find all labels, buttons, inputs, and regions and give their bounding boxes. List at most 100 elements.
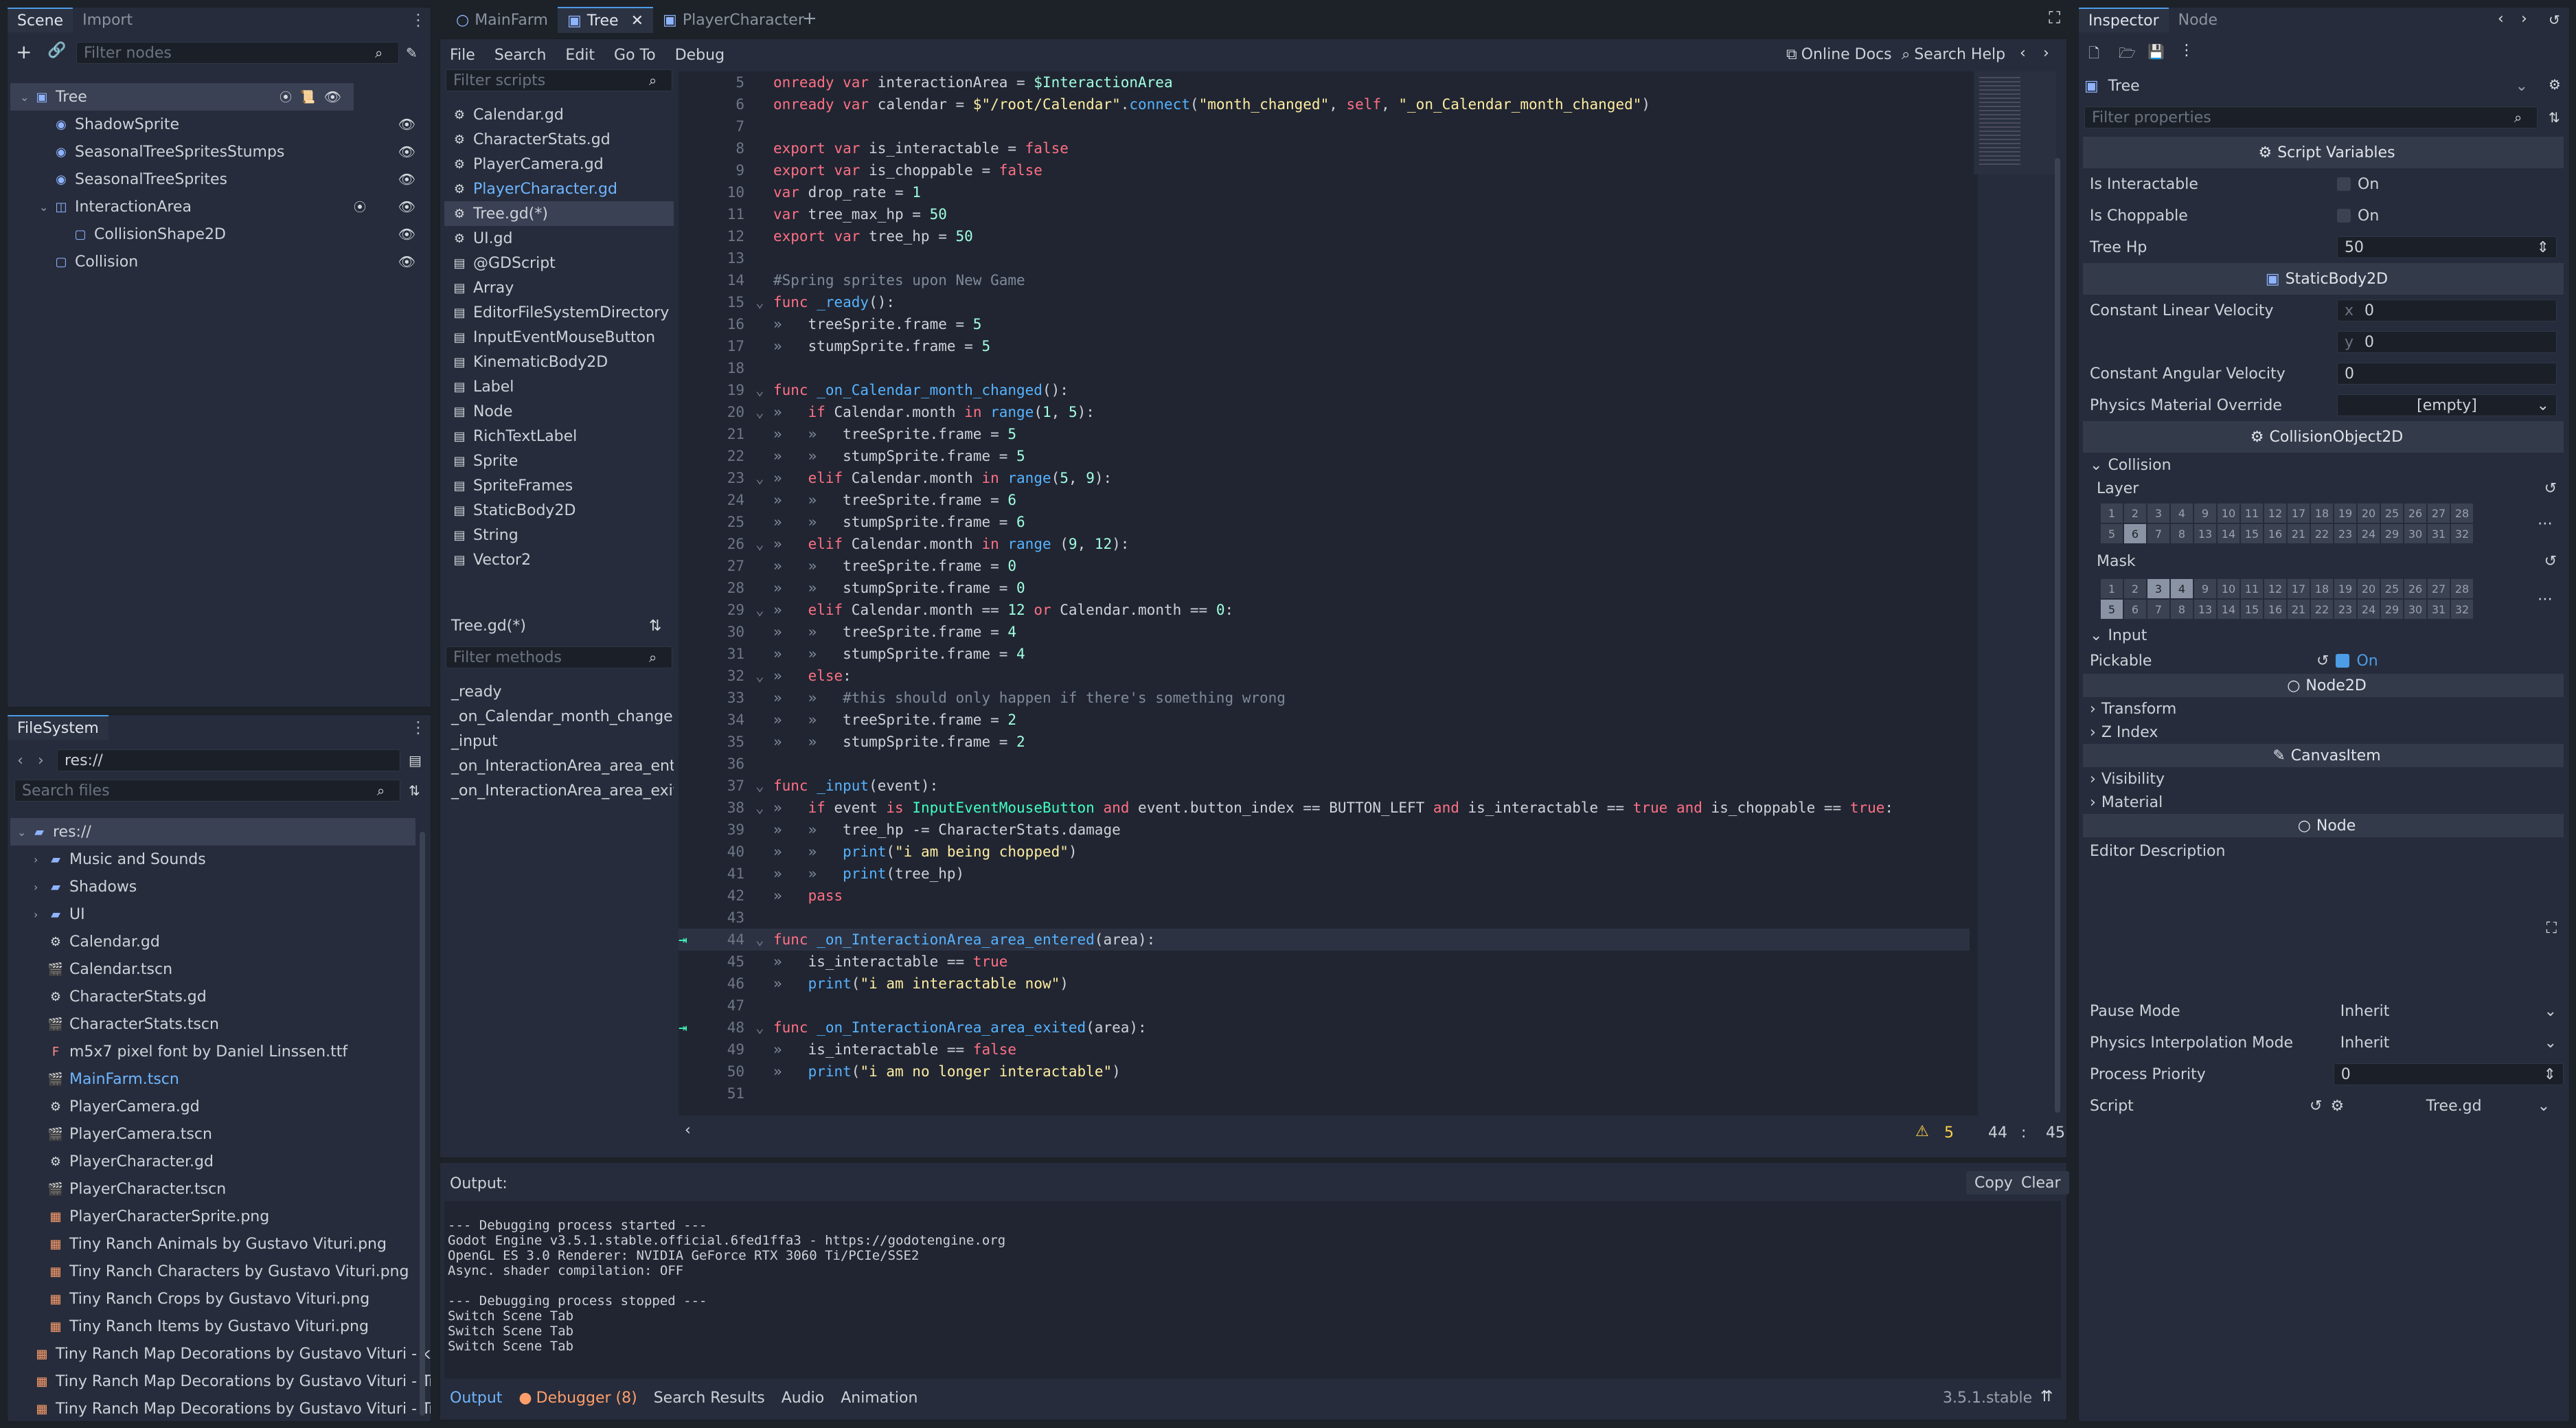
fold-chevron-icon[interactable]: ⌄ (755, 533, 769, 555)
folder-item[interactable]: › ▰ Music and Sounds (10, 846, 415, 873)
section-node2d[interactable]: ○ Node2D (2083, 674, 2564, 697)
pin-icon[interactable]: ⇈ (2040, 1388, 2053, 1405)
file-item[interactable]: ▦ Tiny Ranch Characters by Gustavo Vituri… (10, 1258, 415, 1285)
fold-chevron-icon[interactable]: ⌄ (755, 1017, 769, 1039)
layer-bit[interactable]: 19 (2334, 579, 2356, 598)
layer-bit[interactable]: 1 (2101, 579, 2123, 598)
bottom-tab[interactable]: Animation (841, 1390, 917, 1407)
debugger-tab[interactable]: ● Debugger (8) (518, 1390, 637, 1407)
fold-chevron-icon[interactable]: ⌄ (755, 665, 769, 687)
linear-velocity-x[interactable]: x0 (2337, 299, 2557, 321)
fold-chevron-icon[interactable]: ⌄ (755, 379, 769, 401)
layer-bit[interactable]: 20 (2358, 503, 2380, 523)
menu-file[interactable]: File (450, 47, 475, 64)
file-item[interactable]: 🎬 Calendar.tscn (10, 955, 415, 983)
revert-icon[interactable]: ↺ (2544, 480, 2557, 497)
next-script-icon[interactable]: › (2043, 45, 2049, 62)
file-item[interactable]: ▦ Tiny Ranch Map Decorations by Gustavo V… (10, 1395, 431, 1421)
scene-node[interactable]: ▢ CollisionShape2D 👁 (10, 220, 428, 248)
file-item[interactable]: Fm5x7 pixel font by Daniel Linssen.ttf (10, 1038, 415, 1065)
fold-chevron-icon[interactable]: ⌄ (755, 929, 769, 951)
folder-item[interactable]: › ▰ Shadows (10, 873, 415, 900)
dock-menu-icon[interactable]: ⋮ (410, 10, 426, 30)
layer-bit[interactable]: 2 (2124, 579, 2146, 598)
layer-bit[interactable]: 18 (2311, 503, 2333, 523)
bottom-tab[interactable]: Search Results (654, 1390, 765, 1407)
layer-bit[interactable]: 24 (2358, 600, 2380, 619)
file-item[interactable]: 🎬 PlayerCamera.tscn (10, 1120, 415, 1148)
menu-search[interactable]: Search (494, 47, 547, 64)
chevron-down-icon[interactable]: ⌄ (20, 91, 31, 104)
more-icon[interactable]: ⋯ (2538, 515, 2553, 532)
layer-bit[interactable]: 27 (2428, 503, 2450, 523)
open-folder-icon[interactable]: 🗁 (2119, 43, 2136, 67)
add-scene-tab-icon[interactable]: + (802, 8, 817, 29)
group-visibility[interactable]: › Visibility (2083, 767, 2564, 791)
tab-scene[interactable]: Scene (8, 8, 73, 32)
layer-bit[interactable]: 8 (2171, 600, 2193, 619)
editor-description-area[interactable]: ⛶ (2083, 865, 2564, 995)
chevron-right-icon[interactable]: › (34, 908, 45, 921)
expand-icon[interactable]: ⛶ (2546, 920, 2557, 937)
layer-bit[interactable]: 16 (2264, 524, 2286, 543)
script-list-item[interactable]: ⚙ PlayerCharacter.gd (444, 177, 674, 201)
layer-bit[interactable]: 7 (2147, 524, 2169, 543)
angular-velocity-field[interactable]: 0 (2337, 363, 2557, 385)
split-view-icon[interactable]: ▤ (409, 752, 422, 769)
file-item[interactable]: 🎬 CharacterStats.tscn (10, 1010, 415, 1038)
more-icon[interactable]: ⋯ (2538, 591, 2553, 608)
physics-material-picker[interactable]: [empty] ⌄ (2337, 394, 2557, 416)
method-item[interactable]: _input (444, 729, 674, 753)
layer-bit[interactable]: 32 (2451, 600, 2473, 619)
fold-chevron-icon[interactable]: ⌄ (755, 401, 769, 423)
file-item[interactable]: ▦ PlayerCharacterSprite.png (10, 1203, 415, 1230)
layer-bit[interactable]: 19 (2334, 503, 2356, 523)
group-input[interactable]: ⌄ Input (2083, 623, 2564, 648)
sort-icon[interactable]: ⇅ (649, 617, 661, 635)
search-files-input[interactable] (14, 780, 400, 802)
script-list-item[interactable]: ▤ RichTextLabel (444, 424, 674, 449)
layer-bit[interactable]: 3 (2147, 579, 2169, 598)
file-item[interactable]: ⚙ Calendar.gd (10, 928, 415, 955)
file-item[interactable]: ⚙ PlayerCamera.gd (10, 1093, 415, 1120)
layer-bit[interactable]: 17 (2288, 503, 2310, 523)
script-list-item[interactable]: ⚙ CharacterStats.gd (444, 127, 674, 152)
is-choppable-checkbox[interactable] (2337, 209, 2351, 223)
layer-bit[interactable]: 16 (2264, 600, 2286, 619)
layer-bit[interactable]: 32 (2451, 524, 2473, 543)
code-editor[interactable]: 5 onready var interactionArea = $Interac… (679, 71, 1978, 1115)
is-interactable-checkbox[interactable] (2337, 177, 2351, 191)
scene-tab[interactable]: ▣ Tree ✕ (557, 7, 654, 33)
scene-node[interactable]: ⌄ ◫ InteractionArea ⦿ 👁 (10, 193, 428, 220)
filter-nodes-input[interactable] (76, 42, 399, 64)
process-priority-spinbox[interactable]: 0 ⇕ (2333, 1063, 2564, 1085)
close-icon[interactable]: ✕ (631, 12, 643, 30)
layer-bit[interactable]: 6 (2124, 524, 2146, 543)
warning-icon[interactable]: ⚠ (1915, 1123, 1929, 1140)
layer-bit[interactable]: 20 (2358, 579, 2380, 598)
pause-mode-select[interactable]: Inherit ⌄ (2334, 1000, 2564, 1022)
layer-bit[interactable]: 25 (2381, 503, 2403, 523)
layer-bit[interactable]: 22 (2311, 524, 2333, 543)
chevron-down-icon[interactable]: ⌄ (17, 826, 28, 839)
fold-chevron-icon[interactable]: ⌄ (755, 775, 769, 797)
layer-bit[interactable]: 8 (2171, 524, 2193, 543)
layer-bit[interactable]: 25 (2381, 579, 2403, 598)
menu-go-to[interactable]: Go To (614, 47, 656, 64)
script-list-item[interactable]: ▤ InputEventMouseButton (444, 325, 674, 350)
visibility-eye-icon[interactable]: 👁 (398, 253, 415, 270)
folder-item[interactable]: ⌄ ▰ res:// (10, 818, 415, 846)
signal-icon[interactable]: ⦿ (354, 198, 366, 216)
section-canvasitem[interactable]: ✎ CanvasItem (2083, 744, 2564, 767)
group-z-index[interactable]: › Z Index (2083, 721, 2564, 744)
layer-bit[interactable]: 9 (2194, 579, 2216, 598)
prev-script-icon[interactable]: ‹ (2020, 45, 2026, 62)
filesystem-scrollbar[interactable] (420, 832, 425, 1416)
layer-bit[interactable]: 10 (2218, 503, 2239, 523)
layer-bit[interactable]: 7 (2147, 600, 2169, 619)
clear-button[interactable]: Clear (2013, 1171, 2069, 1194)
path-field[interactable]: res:// (57, 749, 400, 771)
signal-icon[interactable]: ⦿ (280, 88, 292, 106)
scene-node[interactable]: ⌄ ▣ Tree ⦿ 📜 👁 (10, 83, 354, 111)
layer-bit[interactable]: 22 (2311, 600, 2333, 619)
